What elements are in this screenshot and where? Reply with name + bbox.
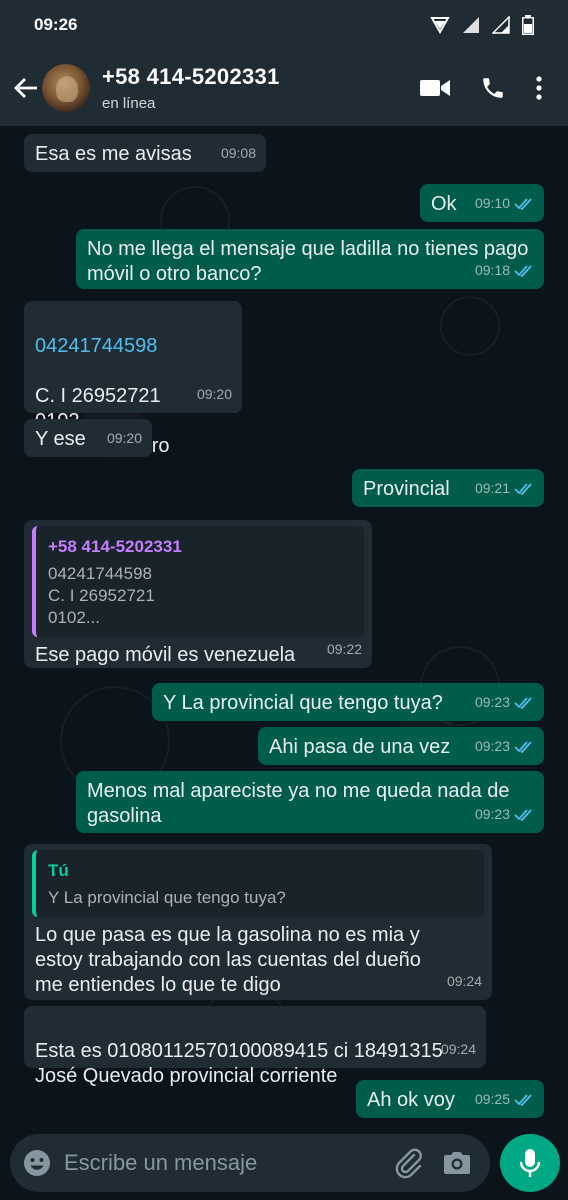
message-bubble-incoming[interactable]: Y ese 09:20 bbox=[24, 419, 152, 457]
message-text: Lo que pasa es que la gasolina no es mia… bbox=[35, 924, 421, 996]
message-text: Ok bbox=[431, 193, 457, 215]
signal-icon-2 bbox=[492, 16, 510, 34]
quoted-author: Tú bbox=[48, 861, 69, 880]
double-check-icon bbox=[514, 696, 532, 709]
message-time: 09:24 bbox=[440, 1041, 476, 1057]
message-time: 09:25 bbox=[474, 1091, 510, 1107]
message-bubble-outgoing[interactable]: Provincial 09:21 bbox=[352, 469, 544, 507]
message-time: 09:08 bbox=[220, 145, 256, 161]
double-check-icon bbox=[514, 197, 532, 210]
message-input[interactable] bbox=[64, 1143, 392, 1183]
more-options-button[interactable] bbox=[536, 76, 542, 100]
message-bubble-incoming[interactable]: +58 414-5202331 04241744598 C. I 2695272… bbox=[24, 520, 372, 668]
message-composer bbox=[0, 1130, 568, 1200]
quoted-message[interactable]: Tú Y La provincial que tengo tuya? bbox=[32, 850, 484, 917]
message-time: 09:23 bbox=[474, 738, 510, 754]
message-bubble-outgoing[interactable]: Ah ok voy 09:25 bbox=[356, 1080, 544, 1118]
message-input-container bbox=[10, 1134, 490, 1192]
message-bubble-outgoing[interactable]: Menos mal apareciste ya no me queda nada… bbox=[76, 771, 544, 833]
video-call-button[interactable] bbox=[420, 78, 450, 98]
double-check-icon bbox=[514, 264, 532, 277]
message-bubble-outgoing[interactable]: Ahi pasa de una vez 09:23 bbox=[258, 727, 544, 765]
message-bubble-incoming[interactable]: Esa es me avisas 09:08 bbox=[24, 134, 266, 172]
message-time: 09:22 bbox=[326, 641, 362, 657]
camera-icon bbox=[444, 1152, 470, 1174]
message-time: 09:21 bbox=[474, 480, 510, 496]
message-time: 09:20 bbox=[196, 386, 232, 402]
message-text: Ese pago móvil es venezuela bbox=[35, 644, 296, 666]
message-bubble-incoming[interactable]: Esta es 01080112570100089415 ci 18491315… bbox=[24, 1006, 486, 1087]
message-time: 09:24 bbox=[446, 973, 482, 989]
double-check-icon bbox=[514, 740, 532, 753]
double-check-icon bbox=[514, 482, 532, 495]
more-vert-icon bbox=[536, 76, 542, 100]
quoted-text: 04241744598 C. I 26952721 0102... bbox=[48, 564, 155, 627]
phone-icon bbox=[483, 78, 503, 98]
avatar[interactable] bbox=[42, 64, 90, 112]
message-bubble-outgoing[interactable]: Y La provincial que tengo tuya? 09:23 bbox=[152, 683, 544, 721]
message-text: Provincial bbox=[363, 478, 450, 500]
vpn-key-icon bbox=[430, 16, 450, 34]
double-check-icon bbox=[514, 1093, 532, 1106]
status-time: 09:26 bbox=[34, 15, 78, 34]
message-bubble-outgoing[interactable]: Ok 09:10 bbox=[420, 184, 544, 222]
message-text: Ah ok voy bbox=[367, 1089, 455, 1111]
emoji-button[interactable] bbox=[22, 1148, 52, 1178]
message-time: 09:10 bbox=[474, 195, 510, 211]
message-time: 09:23 bbox=[474, 806, 510, 822]
signal-icon bbox=[462, 16, 480, 34]
message-text: Esa es me avisas bbox=[35, 143, 192, 165]
arrow-left-icon bbox=[14, 78, 37, 98]
message-text: Y La provincial que tengo tuya? bbox=[163, 692, 443, 714]
phone-number-link[interactable]: 04241744598 bbox=[35, 334, 232, 359]
message-text: Ahi pasa de una vez bbox=[269, 736, 451, 758]
message-time: 09:20 bbox=[106, 430, 142, 446]
attach-button[interactable] bbox=[392, 1146, 426, 1180]
emoji-icon bbox=[24, 1150, 50, 1176]
message-bubble-outgoing[interactable]: No me llega el mensaje que ladilla no ti… bbox=[76, 229, 544, 289]
paperclip-icon bbox=[395, 1148, 422, 1179]
voice-message-button[interactable] bbox=[500, 1134, 560, 1192]
contact-info[interactable]: +58 414-5202331 en línea bbox=[102, 64, 420, 112]
message-time: 09:23 bbox=[474, 694, 510, 710]
back-button[interactable] bbox=[6, 68, 46, 108]
wallpaper-doodle bbox=[440, 296, 500, 356]
message-bubble-incoming[interactable]: 04241744598 C. I 26952721 0102 Josué gue… bbox=[24, 301, 242, 457]
contact-status: en línea bbox=[102, 95, 156, 112]
quoted-text: Y La provincial que tengo tuya? bbox=[48, 888, 286, 907]
status-bar: 09:26 bbox=[0, 0, 568, 50]
message-text: Y ese bbox=[35, 428, 86, 450]
voice-call-button[interactable] bbox=[480, 75, 506, 101]
message-bubble-incoming[interactable]: Tú Y La provincial que tengo tuya? Lo qu… bbox=[24, 844, 492, 1000]
chat-header: +58 414-5202331 en línea bbox=[0, 50, 568, 126]
message-text: No me llega el mensaje que ladilla no ti… bbox=[87, 238, 529, 285]
microphone-icon bbox=[519, 1149, 541, 1177]
contact-name: +58 414-5202331 bbox=[102, 64, 280, 89]
double-check-icon bbox=[514, 808, 532, 821]
message-time: 09:18 bbox=[474, 262, 510, 278]
chat-area[interactable]: Esa es me avisas 09:08 Ok 09:10 No me ll… bbox=[0, 126, 568, 1130]
camera-button[interactable] bbox=[440, 1146, 474, 1180]
message-text: Menos mal apareciste ya no me queda nada… bbox=[87, 780, 510, 827]
video-camera-icon bbox=[420, 80, 450, 96]
quoted-message[interactable]: +58 414-5202331 04241744598 C. I 2695272… bbox=[32, 526, 364, 637]
quoted-author: +58 414-5202331 bbox=[48, 537, 182, 556]
battery-icon bbox=[522, 15, 534, 35]
